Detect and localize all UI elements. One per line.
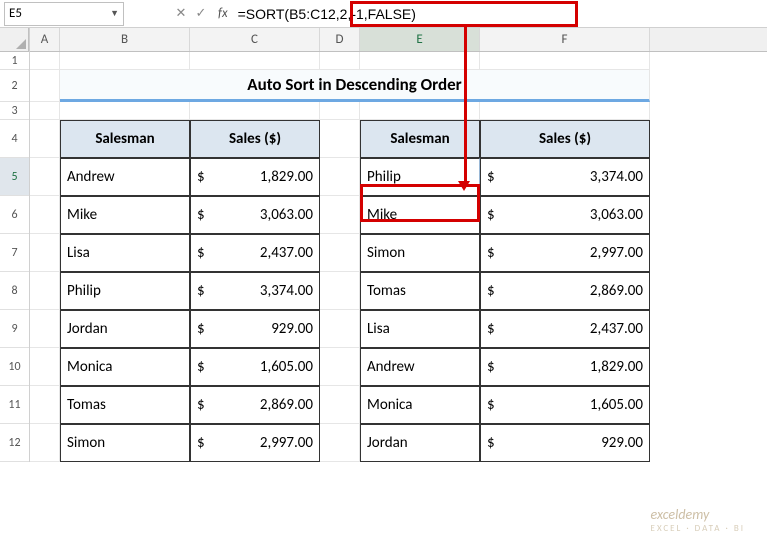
name-box[interactable]: E5 ▼	[4, 2, 124, 26]
table-cell[interactable]: $2,997.00	[190, 424, 320, 462]
table-cell[interactable]: Simon	[60, 424, 190, 462]
table-cell[interactable]: $2,997.00	[480, 234, 650, 272]
name-box-value: E5	[9, 6, 22, 21]
table-cell[interactable]: Jordan	[60, 310, 190, 348]
select-all-corner[interactable]	[0, 28, 29, 52]
table-cell[interactable]: Monica	[60, 348, 190, 386]
row-header[interactable]: 3	[0, 102, 29, 120]
formula-bar-row: E5 ▼ ✕ ✓ fx	[0, 0, 767, 28]
table-cell[interactable]: Jordan	[360, 424, 480, 462]
sheet-cells[interactable]: Auto Sort in Descending Order Salesman S…	[30, 52, 767, 462]
table-cell[interactable]: Lisa	[60, 234, 190, 272]
table-cell[interactable]: $3,063.00	[190, 196, 320, 234]
table-cell[interactable]: $929.00	[480, 424, 650, 462]
formula-buttons: ✕ ✓	[168, 6, 214, 21]
row-header[interactable]: 1	[0, 52, 29, 70]
table-cell[interactable]: $1,605.00	[190, 348, 320, 386]
table-cell[interactable]: Mike	[360, 196, 480, 234]
table-cell[interactable]: $3,374.00	[190, 272, 320, 310]
cancel-icon[interactable]: ✕	[172, 6, 190, 21]
col-header[interactable]: E	[360, 28, 480, 51]
table-cell[interactable]: $3,374.00	[480, 158, 650, 196]
column-headers: A B C D E F	[30, 28, 767, 52]
row-header[interactable]: 12	[0, 424, 29, 462]
spreadsheet-grid: 1 2 3 4 5 6 7 8 9 10 11 12 A B C D E F A…	[0, 28, 767, 462]
table-cell[interactable]: Simon	[360, 234, 480, 272]
page-title: Auto Sort in Descending Order	[60, 70, 650, 102]
table-cell[interactable]: $2,437.00	[190, 234, 320, 272]
col-header[interactable]: A	[30, 28, 60, 51]
row-header[interactable]: 5	[0, 158, 29, 196]
col-header[interactable]: C	[190, 28, 320, 51]
formula-input[interactable]	[234, 4, 767, 24]
table-cell[interactable]: Lisa	[360, 310, 480, 348]
table-cell[interactable]: $3,063.00	[480, 196, 650, 234]
table-cell[interactable]: $1,829.00	[480, 348, 650, 386]
table-cell[interactable]: Monica	[360, 386, 480, 424]
table-cell[interactable]: $929.00	[190, 310, 320, 348]
table-header: Sales ($)	[480, 120, 650, 158]
col-header[interactable]: F	[480, 28, 650, 51]
table-header: Salesman	[360, 120, 480, 158]
table-cell[interactable]: $1,605.00	[480, 386, 650, 424]
accept-icon[interactable]: ✓	[192, 6, 210, 21]
row-header[interactable]: 9	[0, 310, 29, 348]
table-cell[interactable]: $2,437.00	[480, 310, 650, 348]
arrow-line	[464, 27, 467, 184]
row-header[interactable]: 6	[0, 196, 29, 234]
row-header[interactable]: 8	[0, 272, 29, 310]
table-cell[interactable]: $1,829.00	[190, 158, 320, 196]
table-header: Sales ($)	[190, 120, 320, 158]
row-headers: 1 2 3 4 5 6 7 8 9 10 11 12	[0, 28, 30, 462]
chevron-down-icon[interactable]: ▼	[110, 8, 119, 19]
fx-icon[interactable]: fx	[218, 6, 228, 21]
row-header[interactable]: 4	[0, 120, 29, 158]
col-header[interactable]: D	[320, 28, 360, 51]
watermark: exceldemy EXCEL · DATA · BI	[651, 506, 745, 534]
table-cell[interactable]: Mike	[60, 196, 190, 234]
table-cell[interactable]: $2,869.00	[480, 272, 650, 310]
col-header[interactable]: B	[60, 28, 190, 51]
arrow-head-icon	[458, 181, 470, 191]
table-cell[interactable]: $2,869.00	[190, 386, 320, 424]
row-header[interactable]: 2	[0, 70, 29, 102]
table-cell[interactable]: Andrew	[360, 348, 480, 386]
table-cell[interactable]: Tomas	[60, 386, 190, 424]
row-header[interactable]: 10	[0, 348, 29, 386]
row-header[interactable]: 7	[0, 234, 29, 272]
table-cell[interactable]: Philip	[60, 272, 190, 310]
table-cell[interactable]: Tomas	[360, 272, 480, 310]
row-header[interactable]: 11	[0, 386, 29, 424]
table-header: Salesman	[60, 120, 190, 158]
table-cell[interactable]: Andrew	[60, 158, 190, 196]
